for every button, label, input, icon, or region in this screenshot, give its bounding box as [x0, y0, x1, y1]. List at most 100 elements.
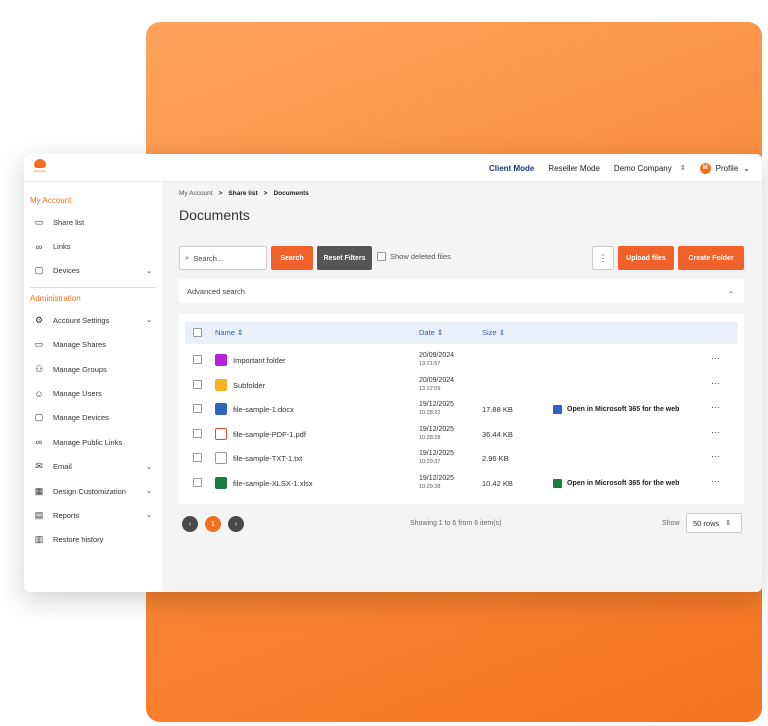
chevron-down-icon: ⌄ — [146, 512, 152, 520]
date-value: 19/12/2025 — [419, 401, 455, 408]
name-column-header[interactable]: Name ⇕ — [215, 328, 243, 337]
sidebar-item-label: Manage Users — [53, 389, 102, 399]
folder-yellow-icon — [215, 378, 227, 391]
more-options-button[interactable]: ⋮ — [592, 246, 614, 270]
chevron-down-icon: ⌄ — [728, 288, 734, 295]
folder-purple-icon — [215, 354, 227, 366]
time-value: 13:22:09 — [419, 385, 441, 392]
avatar: M — [699, 162, 711, 174]
breadcrumb-root[interactable]: My Account — [179, 190, 213, 197]
link-icon: ∞ — [35, 241, 43, 252]
sidebar-item-links[interactable]: ∞ Links — [24, 234, 162, 258]
file-date: 19/12/2025 10:29:38 — [419, 475, 454, 491]
administration-heading: Administration — [30, 294, 81, 304]
sidebar-item-design-customization[interactable]: ▦ Design Customization ⌄ — [24, 479, 162, 503]
sidebar-item-manage-public-links[interactable]: ∞ Manage Public Links — [24, 430, 162, 454]
header-label: Name — [215, 328, 236, 337]
open-in-365-link[interactable]: Open in Microsoft 365 for the web — [553, 405, 679, 414]
folder-icon: ▭ — [34, 339, 44, 350]
row-checkbox[interactable] — [193, 355, 202, 364]
updown-icon: ⇕ — [679, 165, 686, 172]
page-1-button[interactable]: 1 — [205, 516, 221, 532]
file-size: 36.44 KB — [482, 429, 513, 439]
time-value: 10:28:22 — [419, 410, 441, 416]
row-checkbox[interactable] — [193, 477, 202, 487]
time-value: 10:28:28 — [419, 434, 441, 441]
reseller-mode-link[interactable]: Reseller Mode — [548, 164, 600, 173]
show-deleted-toggle[interactable]: Show deleted files — [377, 252, 451, 261]
row-checkbox[interactable] — [193, 453, 202, 462]
sidebar: My Account ▭ Share list ∞ Links ▢ Device… — [24, 182, 162, 592]
time-value: 13:21:57 — [419, 361, 441, 367]
prev-page-button[interactable]: ‹ — [182, 516, 198, 532]
date-column-header[interactable]: Date ⇕ — [419, 328, 443, 337]
sidebar-item-label: Reports — [53, 510, 80, 520]
next-page-button[interactable]: › — [228, 516, 244, 532]
row-checkbox[interactable] — [193, 428, 202, 438]
company-name: Demo Company — [613, 163, 672, 173]
palette-icon: ▦ — [34, 485, 44, 496]
profile-menu[interactable]: M Profile ⌄ — [699, 162, 750, 174]
time-value: 10:29:37 — [419, 459, 441, 465]
excel-icon — [553, 478, 562, 488]
sidebar-item-email[interactable]: ✉ Email ⌄ — [24, 455, 162, 479]
table-row[interactable]: Important folder 20/09/2024 13:21:57 ··· — [185, 348, 738, 373]
upload-files-button[interactable]: Upload files — [618, 246, 674, 270]
table-row[interactable]: file-sample-1.docx 19/12/2025 10:28:22 17… — [185, 397, 738, 422]
date-value: 19/12/2025 — [419, 425, 455, 433]
sidebar-item-account-settings[interactable]: ⚙ Account Settings ⌄ — [24, 308, 162, 332]
sidebar-item-restore-history[interactable]: ▥ Restore history — [24, 528, 162, 552]
mail-icon: ✉ — [35, 461, 43, 472]
advanced-search-panel[interactable]: Advanced search ⌄ — [179, 279, 744, 303]
file-name[interactable]: file-sample-1.docx — [233, 405, 294, 414]
file-name[interactable]: file-sample-XLSX-1.xlsx — [233, 479, 313, 488]
table-row[interactable]: file-sample-PDF-1.pdf 19/12/2025 10:28:28… — [185, 422, 738, 447]
open-in-365-label: Open in Microsoft 365 for the web — [567, 479, 680, 487]
sidebar-item-label: Manage Shares — [53, 340, 106, 350]
sidebar-item-manage-shares[interactable]: ▭ Manage Shares — [24, 333, 162, 357]
my-account-heading: My Account — [30, 196, 72, 205]
search-input[interactable]: ⌕ Search... — [179, 246, 267, 270]
logo[interactable]: ShareFile — [30, 158, 50, 178]
row-more-button[interactable]: ··· — [711, 378, 720, 388]
sidebar-item-manage-devices[interactable]: ▢ Manage Devices — [24, 406, 162, 430]
row-checkbox[interactable] — [193, 404, 202, 413]
date-value: 19/12/2025 — [419, 450, 455, 457]
breadcrumb-share-list[interactable]: Share list — [228, 190, 257, 197]
file-name[interactable]: file-sample-TXT-1.txt — [233, 454, 302, 463]
table-row[interactable]: file-sample-TXT-1.txt 19/12/2025 10:29:37… — [185, 446, 738, 471]
company-select[interactable]: Demo Company ⇕ — [614, 164, 686, 173]
open-in-365-link[interactable]: Open in Microsoft 365 for the web — [553, 478, 680, 488]
sidebar-item-label: Manage Devices — [53, 413, 109, 423]
size-column-header[interactable]: Size ⇕ — [482, 328, 505, 337]
table-row[interactable]: file-sample-XLSX-1.xlsx 19/12/2025 10:29:… — [185, 471, 738, 496]
search-button[interactable]: Search — [271, 246, 313, 270]
create-folder-button[interactable]: Create Folder — [678, 246, 744, 270]
chevron-down-icon: ⌄ — [146, 488, 152, 496]
sidebar-item-reports[interactable]: ▤ Reports ⌄ — [24, 503, 162, 527]
row-more-button[interactable]: ··· — [711, 451, 720, 461]
file-name[interactable]: file-sample-PDF-1.pdf — [233, 430, 306, 439]
sidebar-item-label: Links — [53, 242, 71, 252]
select-all-checkbox[interactable] — [193, 328, 202, 337]
sidebar-item-manage-groups[interactable]: ⚇ Manage Groups — [24, 357, 162, 381]
file-name[interactable]: Important folder — [233, 356, 286, 365]
rows-per-page-select[interactable]: 50 rows ⇕ — [686, 513, 742, 533]
sidebar-item-devices[interactable]: ▢ Devices ⌄ — [24, 259, 162, 283]
reset-filters-button[interactable]: Reset Filters — [317, 246, 372, 270]
folder-icon: ▭ — [34, 216, 44, 227]
row-more-button[interactable]: ··· — [711, 476, 720, 486]
file-name[interactable]: Subfolder — [233, 381, 265, 390]
sidebar-item-share-list[interactable]: ▭ Share list — [24, 210, 162, 234]
breadcrumb-separator: > — [218, 190, 223, 197]
show-deleted-checkbox[interactable] — [377, 252, 386, 261]
search-placeholder: Search... — [193, 253, 224, 263]
row-more-button[interactable]: ··· — [711, 427, 720, 437]
row-checkbox[interactable] — [193, 379, 202, 389]
sidebar-item-label: Restore history — [53, 535, 104, 545]
row-more-button[interactable]: ··· — [711, 402, 720, 412]
table-row[interactable]: Subfolder 20/09/2024 13:22:09 ··· — [185, 373, 738, 398]
row-more-button[interactable]: ··· — [711, 353, 720, 363]
sidebar-item-manage-users[interactable]: ☺ Manage Users — [24, 381, 162, 405]
client-mode-link[interactable]: Client Mode — [489, 164, 534, 173]
